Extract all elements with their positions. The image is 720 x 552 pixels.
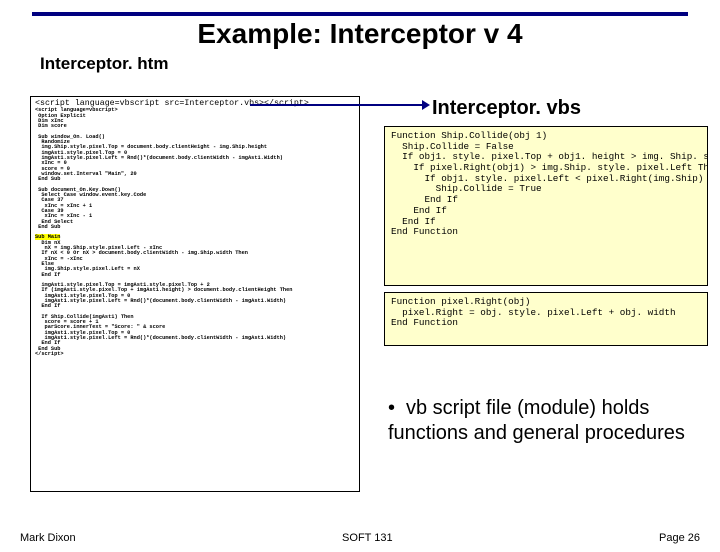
slide-title: Example: Interceptor v 4 [0,18,720,50]
filename-vbs: Interceptor. vbs [432,97,581,120]
leader-arrow-icon [422,100,430,110]
code-box-vbs-function2: Function pixel.Right(obj) pixel.Right = … [384,292,708,346]
code1-body: <script language=vbscript> Option Explic… [35,108,355,357]
bullet-dot-icon: • [388,396,406,421]
code-box-htm: <script language=vbscript src=Intercepto… [30,96,360,492]
leader-line [250,104,428,106]
filename-htm: Interceptor. htm [40,54,720,74]
footer-author: Mark Dixon [20,532,76,544]
title-rule [32,12,688,16]
bullet-text: •vb script file (module) holds functions… [388,396,698,446]
footer: Mark Dixon SOFT 131 Page 26 [0,532,720,544]
footer-course: SOFT 131 [76,532,659,544]
code-box-vbs-function1: Function Ship.Collide(obj 1) Ship.Collid… [384,126,708,286]
footer-page: Page 26 [659,532,700,544]
